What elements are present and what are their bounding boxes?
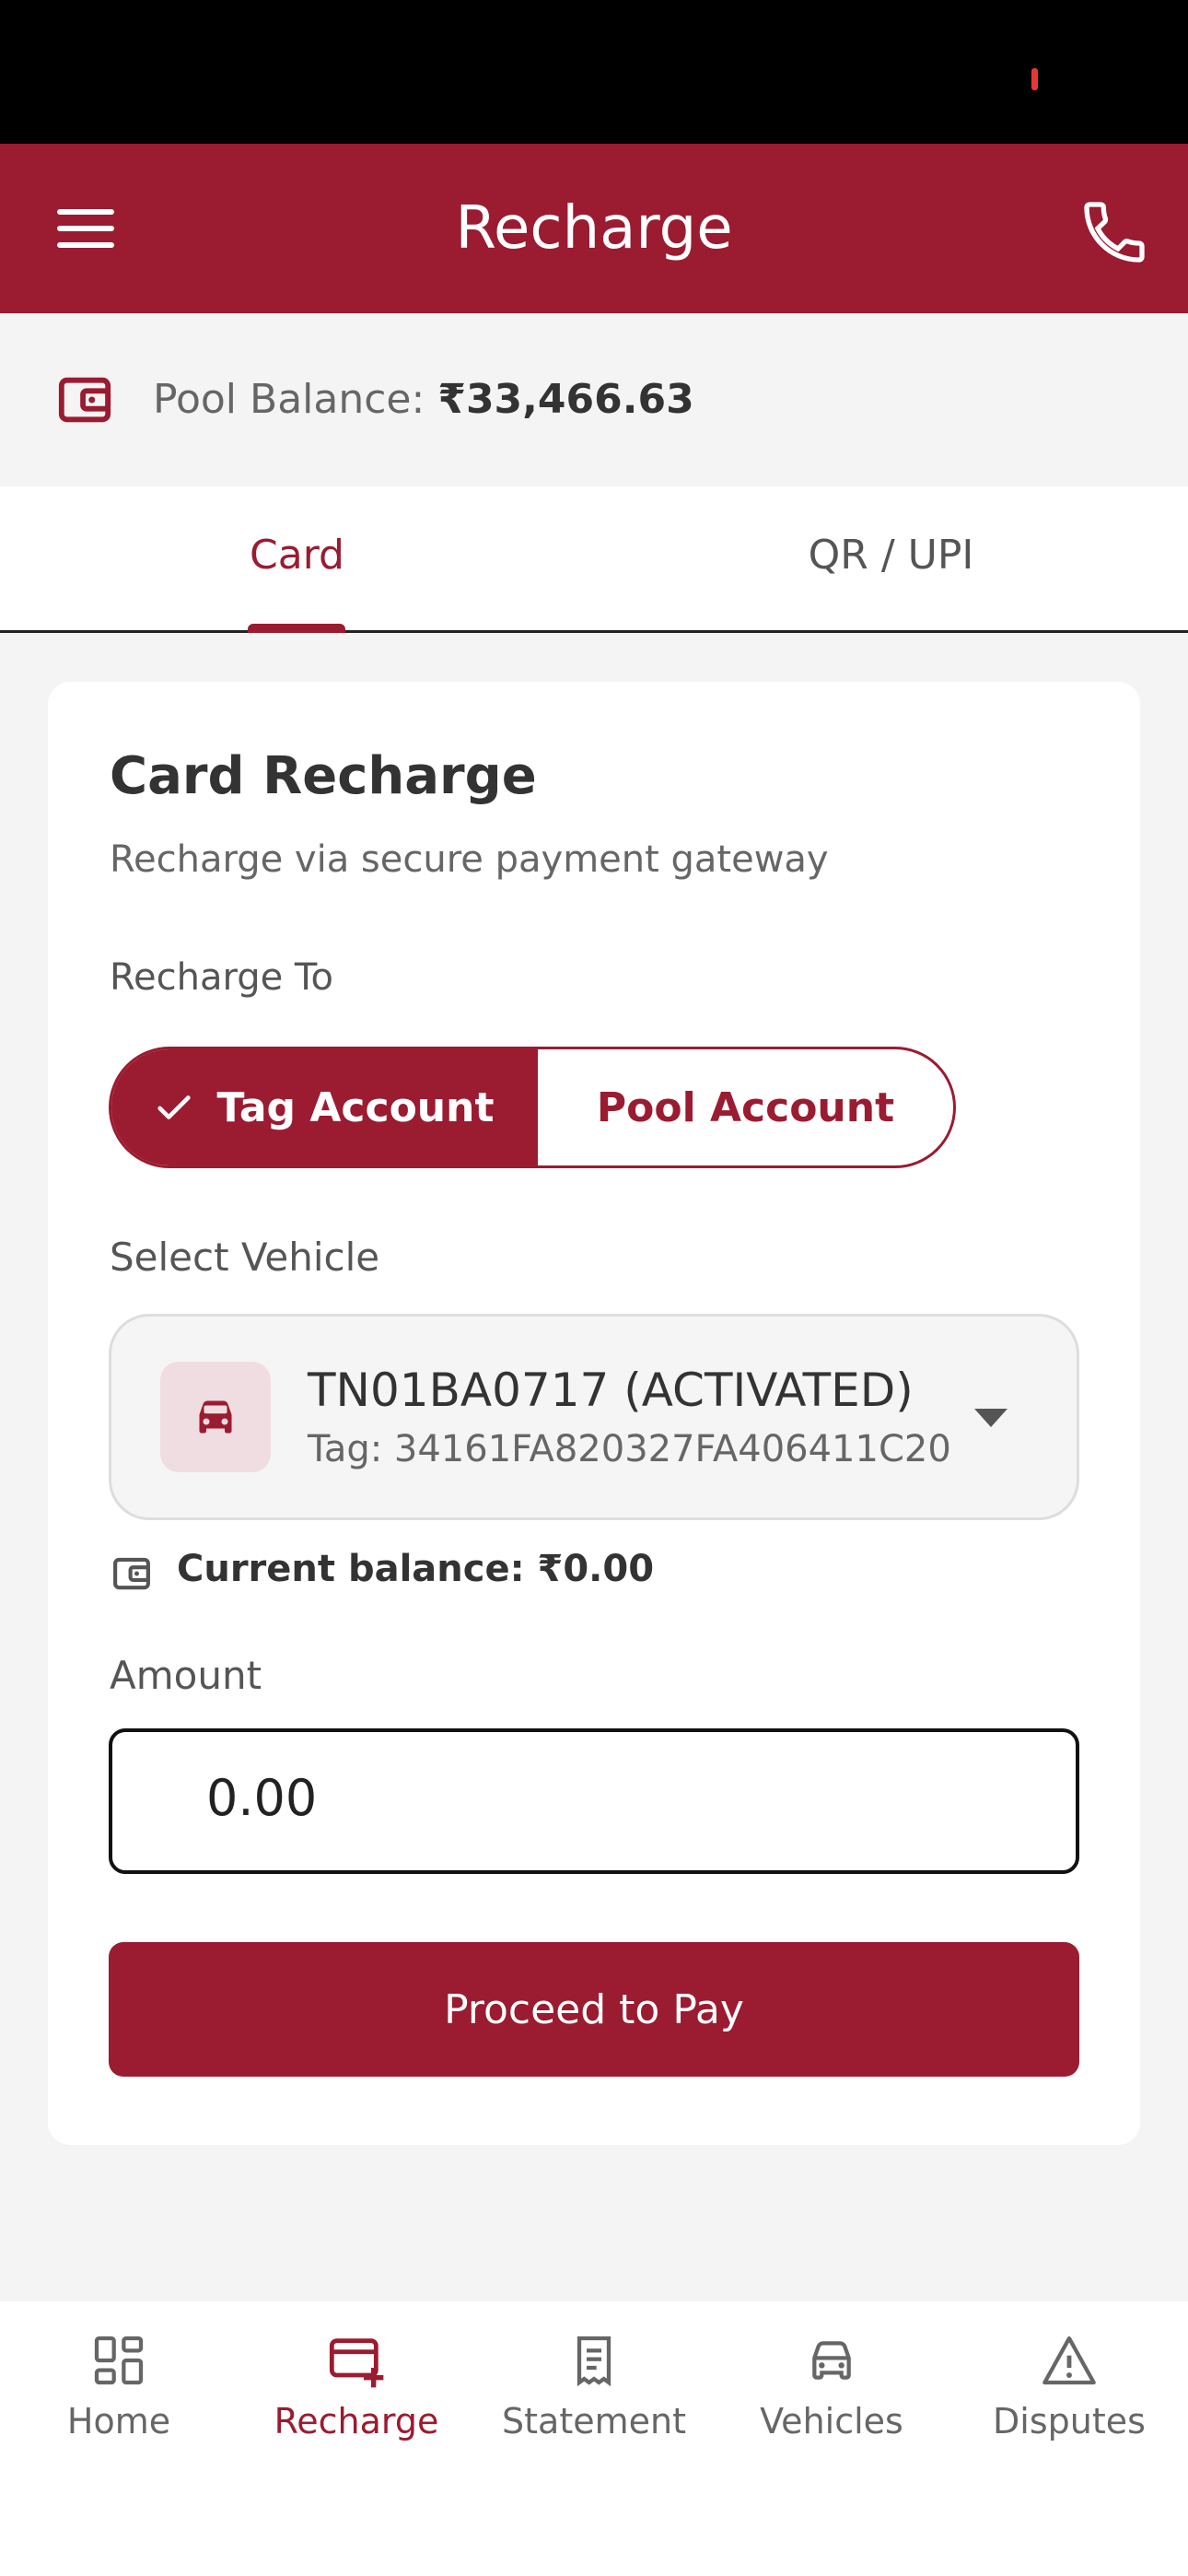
nav-statement-label: Statement	[502, 2401, 686, 2441]
pool-balance-value: ₹33,466.63	[437, 376, 694, 423]
nav-statement[interactable]: Statement	[475, 2331, 713, 2441]
proceed-to-pay-button[interactable]: Proceed to Pay	[109, 1942, 1079, 2077]
nav-recharge-label: Recharge	[274, 2401, 439, 2441]
pool-account-button[interactable]: Pool Account	[535, 1049, 953, 1165]
select-vehicle-label: Select Vehicle	[110, 1235, 380, 1280]
car-icon	[812, 2341, 851, 2380]
wallet-icon	[58, 377, 111, 423]
vehicle-badge	[160, 1362, 271, 1472]
nav-vehicles[interactable]: Vehicles	[713, 2331, 950, 2441]
tag-account-button[interactable]: Tag Account	[111, 1049, 535, 1165]
menu-icon[interactable]	[46, 193, 123, 263]
page-title: Recharge	[455, 194, 733, 263]
recharge-to-toggle: Tag Account Pool Account	[109, 1047, 956, 1168]
wallet-icon	[113, 1557, 150, 1590]
phone-icon[interactable]	[1077, 195, 1151, 269]
nav-disputes[interactable]: Disputes	[950, 2331, 1188, 2441]
car-icon	[199, 1400, 232, 1434]
tab-qr-upi[interactable]: QR / UPI	[594, 486, 1188, 630]
status-bar	[0, 0, 1188, 144]
dashboard-icon	[94, 2336, 144, 2385]
amount-value: 0.00	[206, 1769, 318, 1827]
card-title: Card Recharge	[110, 746, 537, 806]
tag-account-label: Tag Account	[216, 1083, 495, 1131]
nav-vehicles-label: Vehicles	[760, 2401, 903, 2441]
pool-balance: Pool Balance: ₹33,466.63	[153, 369, 694, 431]
pool-balance-label: Pool Balance:	[153, 376, 425, 423]
amount-label: Amount	[110, 1653, 262, 1698]
check-icon	[157, 1095, 191, 1119]
warning-icon	[1042, 2336, 1096, 2385]
tab-indicator	[248, 624, 345, 633]
receipt-icon	[577, 2336, 611, 2387]
tab-bar: Card QR / UPI	[0, 486, 1188, 633]
nav-home-label: Home	[66, 2401, 171, 2441]
nav-disputes-label: Disputes	[993, 2401, 1146, 2441]
tab-card[interactable]: Card	[0, 486, 594, 630]
recharge-to-label: Recharge To	[110, 956, 334, 999]
caret-down-icon[interactable]	[971, 1404, 1011, 1432]
card-subtitle: Recharge via secure payment gateway	[110, 838, 829, 881]
card-add-icon	[329, 2338, 384, 2388]
nav-home[interactable]: Home	[0, 2331, 238, 2441]
vehicle-name: TN01BA0717 (ACTIVATED)	[308, 1364, 914, 1417]
current-balance: Current balance: ₹0.00	[177, 1548, 655, 1590]
nav-recharge[interactable]: Recharge	[238, 2331, 475, 2441]
vehicle-tag: Tag: 34161FA820327FA406411C20	[308, 1428, 951, 1470]
recording-indicator	[1031, 68, 1038, 90]
